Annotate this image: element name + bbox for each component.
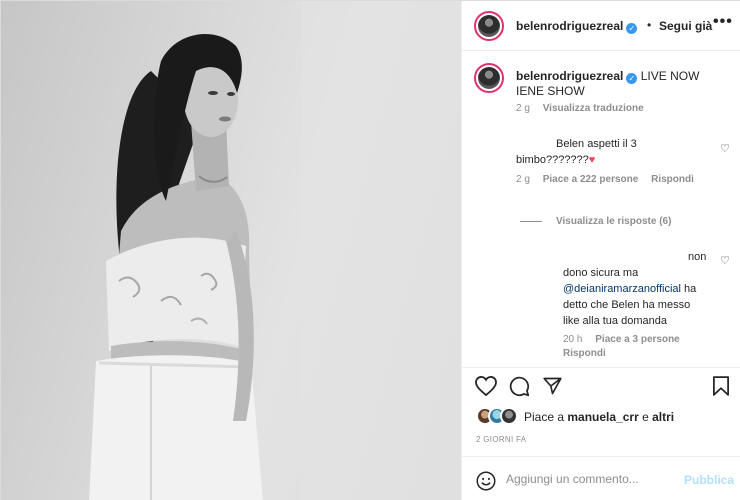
author-username[interactable]: belenrodriguezreal ✓ — [516, 19, 638, 34]
reply-likes-link[interactable]: Piace a 3 persone — [595, 334, 680, 345]
action-bar — [462, 367, 740, 403]
share-send-icon[interactable] — [542, 376, 563, 396]
verified-badge-icon: ✓ — [626, 73, 638, 84]
verified-badge-icon: ✓ — [626, 23, 638, 34]
reply-text-line: non — [688, 251, 707, 263]
caption-meta: 2 g Visualizza traduzione — [516, 103, 654, 114]
likes-summary: Piace a manuela_crr e altri — [476, 407, 736, 427]
emoji-smiley-icon[interactable] — [476, 471, 496, 491]
following-button[interactable]: Segui già — [659, 19, 712, 33]
comment-text-line: bimbo???????♥ — [516, 154, 596, 166]
woman-portrait-image — [89, 1, 461, 500]
comment-text-line: Belen aspetti il 3 — [556, 138, 637, 150]
author-avatar[interactable] — [474, 11, 504, 41]
comment-time: 2 g — [516, 174, 530, 185]
comment-input[interactable] — [506, 469, 676, 489]
post-photo[interactable] — [1, 1, 461, 500]
mention-link[interactable]: @deianiramarzanofficial — [563, 283, 681, 295]
caption-text: belenrodriguezreal ✓ LIVE NOW IENE SHOW — [516, 69, 721, 99]
reply-text-line: like alla tua domanda — [563, 315, 667, 327]
reply-button[interactable]: Rispondi — [563, 348, 606, 359]
post-header: belenrodriguezreal ✓ • Segui già ••• — [462, 1, 740, 51]
liker-avatar[interactable] — [500, 407, 518, 425]
instagram-post: belenrodriguezreal ✓ • Segui già ••• bele… — [0, 0, 740, 500]
more-options-icon[interactable]: ••• — [713, 13, 733, 31]
reply-text-line: detto che Belen ha messo — [563, 299, 691, 311]
comment-likes-link[interactable]: Piace a 222 persone — [543, 174, 639, 185]
caption-avatar[interactable] — [474, 63, 504, 93]
caption-time: 2 g — [516, 103, 530, 114]
comment-meta: 2 g Piace a 222 persone Rispondi — [516, 174, 704, 185]
reply-time: 20 h — [563, 334, 583, 345]
likes-others-link[interactable]: altri — [652, 410, 674, 424]
replies-line-divider — [520, 220, 542, 222]
post-sidebar: belenrodriguezreal ✓ • Segui già ••• bele… — [461, 1, 740, 500]
reply-text-line: @deianiramarzanofficial ha — [563, 283, 697, 295]
comment-bubble-icon[interactable] — [509, 376, 530, 397]
like-comment-heart-icon[interactable]: ♡ — [720, 142, 730, 155]
save-bookmark-icon[interactable] — [713, 376, 729, 396]
like-heart-icon[interactable] — [475, 376, 497, 396]
red-heart-emoji: ♥ — [588, 154, 596, 166]
separator-dot: • — [647, 18, 652, 32]
reply-meta-2: Rispondi — [563, 348, 616, 359]
add-comment-bar: Pubblica — [462, 456, 740, 500]
like-reply-heart-icon[interactable]: ♡ — [720, 254, 730, 267]
reply-button[interactable]: Rispondi — [651, 174, 694, 185]
view-replies-button[interactable]: Visualizza le risposte (6) — [520, 216, 671, 227]
likes-text[interactable]: Piace a manuela_crr e altri — [524, 410, 674, 424]
reply-text-line: dono sicura ma — [563, 267, 639, 279]
comments-section[interactable]: belenrodriguezreal ✓ LIVE NOW IENE SHOW 2… — [462, 52, 740, 367]
liker-username[interactable]: manuela_crr — [567, 410, 638, 424]
reply-meta: 20 h Piace a 3 persone — [563, 334, 690, 345]
caption-username[interactable]: belenrodriguezreal — [516, 69, 623, 83]
post-date[interactable]: 2 GIORNI FA — [476, 435, 526, 444]
publish-button[interactable]: Pubblica — [684, 473, 734, 487]
see-translation-link[interactable]: Visualizza traduzione — [543, 103, 644, 114]
